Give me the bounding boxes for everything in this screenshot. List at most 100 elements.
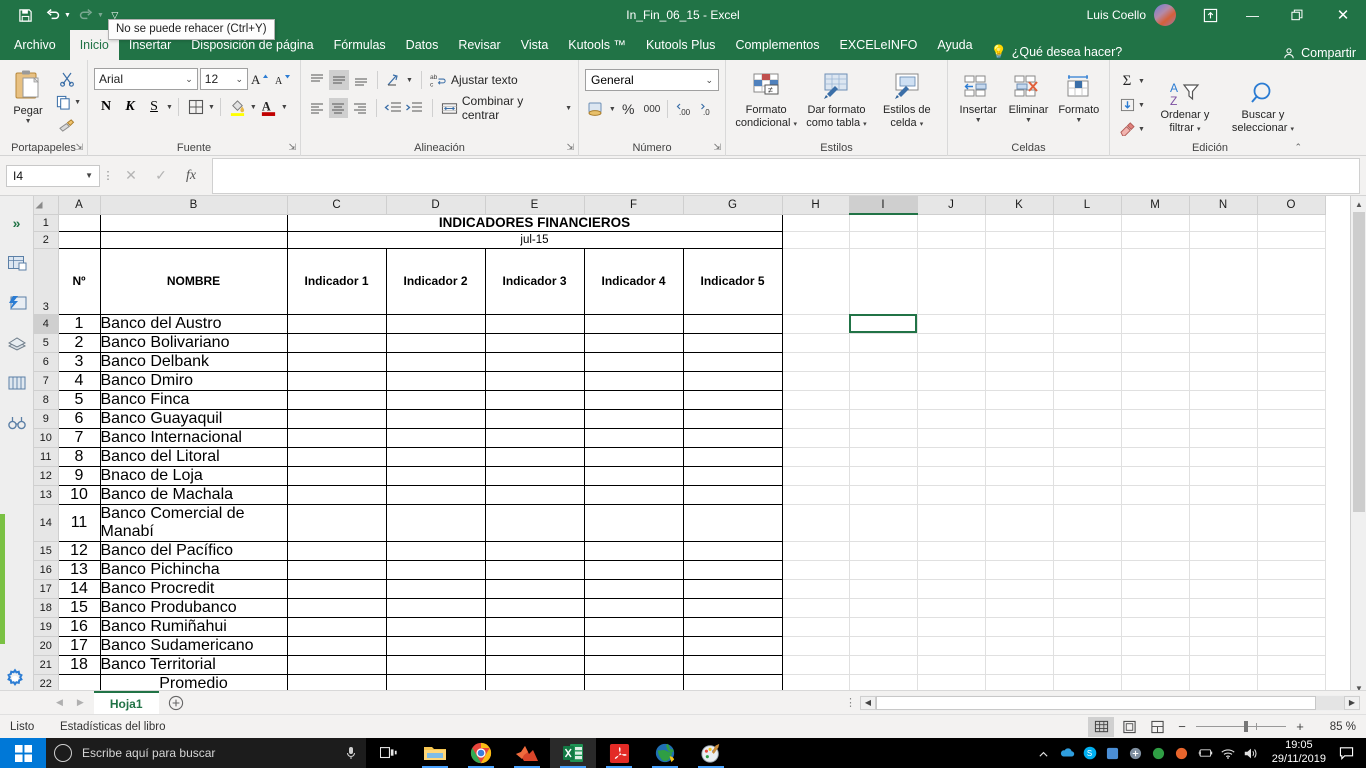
cell-M1[interactable] xyxy=(1120,213,1190,232)
cell-F10[interactable] xyxy=(583,427,684,448)
format-painter-button[interactable] xyxy=(52,114,81,136)
accounting-dropdown-icon[interactable]: ▼ xyxy=(609,106,616,113)
close-button[interactable]: ✕ xyxy=(1320,0,1366,30)
cell-E8[interactable] xyxy=(484,389,585,410)
font-size-select[interactable]: 12 ⌄ xyxy=(199,68,249,90)
borders-button[interactable] xyxy=(184,96,208,118)
cell-O4[interactable] xyxy=(1256,313,1326,334)
cell-I19[interactable] xyxy=(848,616,918,637)
row-header-19[interactable]: 19 xyxy=(34,617,59,637)
zoom-slider-thumb[interactable] xyxy=(1244,721,1248,732)
cell-D7[interactable] xyxy=(385,370,486,391)
cell-J8[interactable] xyxy=(916,389,986,410)
insert-function-button[interactable]: fx xyxy=(176,164,206,188)
cell-H13[interactable] xyxy=(781,484,850,505)
cell-M7[interactable] xyxy=(1120,370,1190,391)
cell-A18-num[interactable]: 15 xyxy=(57,597,101,618)
cell-N6[interactable] xyxy=(1188,351,1258,372)
cell-D21[interactable] xyxy=(385,654,486,675)
row-header-16[interactable]: 16 xyxy=(34,560,59,580)
cell-N20[interactable] xyxy=(1188,635,1258,656)
col-header-B[interactable]: B xyxy=(100,196,288,215)
cell-C8[interactable] xyxy=(286,389,387,410)
minimize-button[interactable]: — xyxy=(1230,0,1275,30)
cell-N16[interactable] xyxy=(1188,559,1258,580)
cell-A7-num[interactable]: 4 xyxy=(57,370,101,391)
row-header-20[interactable]: 20 xyxy=(34,636,59,656)
cell-G10[interactable] xyxy=(682,427,783,448)
cell-N12[interactable] xyxy=(1188,465,1258,486)
horizontal-scroll-track[interactable] xyxy=(876,695,1344,710)
cell-E7[interactable] xyxy=(484,370,585,391)
tray-expand-icon[interactable] xyxy=(1036,745,1052,761)
cell-E10[interactable] xyxy=(484,427,585,448)
tab-kutools[interactable]: Kutools ™ xyxy=(558,30,636,60)
taskbar-search[interactable]: Escribe aquí para buscar xyxy=(46,738,366,768)
cell-G20[interactable] xyxy=(682,635,783,656)
cell-B4-name[interactable]: Banco del Austro xyxy=(99,313,288,334)
tab-complementos[interactable]: Complementos xyxy=(725,30,829,60)
cell-H8[interactable] xyxy=(781,389,850,410)
cell-A8-num[interactable]: 5 xyxy=(57,389,101,410)
cell-E21[interactable] xyxy=(484,654,585,675)
horizontal-scroll-thumb[interactable] xyxy=(876,695,1316,710)
cell-J19[interactable] xyxy=(916,616,986,637)
cell-J13[interactable] xyxy=(916,484,986,505)
microphone-icon[interactable] xyxy=(346,746,356,760)
cell-D4[interactable] xyxy=(385,313,486,334)
cell-F11[interactable] xyxy=(583,446,684,467)
zoom-in-button[interactable]: + xyxy=(1290,719,1310,734)
cell-N18[interactable] xyxy=(1188,597,1258,618)
cell-F3-header[interactable]: Indicador 4 xyxy=(583,247,684,315)
font-color-button[interactable]: A xyxy=(257,96,281,118)
cell-N8[interactable] xyxy=(1188,389,1258,410)
cell-L9[interactable] xyxy=(1052,408,1122,429)
ribbon-display-options-icon[interactable] xyxy=(1190,0,1230,30)
increase-indent-button[interactable] xyxy=(404,98,424,118)
cell-H17[interactable] xyxy=(781,578,850,599)
delete-cells-button[interactable]: Eliminar ▼ xyxy=(1004,68,1052,124)
orientation-button[interactable] xyxy=(384,70,404,90)
cell-C10[interactable] xyxy=(286,427,387,448)
cell-L5[interactable] xyxy=(1052,332,1122,353)
cell-F9[interactable] xyxy=(583,408,684,429)
paint-icon[interactable] xyxy=(688,738,734,768)
row-header-3[interactable]: 3 xyxy=(34,248,59,315)
cell-L10[interactable] xyxy=(1052,427,1122,448)
cell-D9[interactable] xyxy=(385,408,486,429)
merge-center-button[interactable]: Combinar y centrar ▼ xyxy=(441,94,572,122)
app-tray-icon-4[interactable] xyxy=(1174,745,1190,761)
cell-J16[interactable] xyxy=(916,559,986,580)
cell-K1[interactable] xyxy=(984,213,1054,232)
cell-I8[interactable] xyxy=(848,389,918,410)
decrease-decimal-button[interactable]: .0 xyxy=(696,98,719,120)
cell-N17[interactable] xyxy=(1188,578,1258,599)
cell-L21[interactable] xyxy=(1052,654,1122,675)
cell-O1[interactable] xyxy=(1256,213,1326,232)
cell-I2[interactable] xyxy=(848,230,918,249)
cell-A11-num[interactable]: 8 xyxy=(57,446,101,467)
cell-D16[interactable] xyxy=(385,559,486,580)
format-as-table-button[interactable]: Dar formato como tabla ▾ xyxy=(802,68,870,129)
align-top-button[interactable] xyxy=(307,70,327,90)
cell-I6[interactable] xyxy=(848,351,918,372)
col-header-O[interactable]: O xyxy=(1257,196,1326,215)
cell-F15[interactable] xyxy=(583,540,684,561)
cell-N19[interactable] xyxy=(1188,616,1258,637)
cell-C13[interactable] xyxy=(286,484,387,505)
cell-M18[interactable] xyxy=(1120,597,1190,618)
enter-entry-button[interactable]: ✓ xyxy=(146,164,176,188)
cell-L2[interactable] xyxy=(1052,230,1122,249)
cell-F16[interactable] xyxy=(583,559,684,580)
autosum-button[interactable]: Σ xyxy=(1116,70,1138,92)
cell-O6[interactable] xyxy=(1256,351,1326,372)
cell-F21[interactable] xyxy=(583,654,684,675)
cell-K8[interactable] xyxy=(984,389,1054,410)
taskbar-clock[interactable]: 19:05 29/11/2019 xyxy=(1266,739,1332,767)
cell-M19[interactable] xyxy=(1120,616,1190,637)
add-sheet-button[interactable] xyxy=(159,695,193,711)
cell-D19[interactable] xyxy=(385,616,486,637)
cell-O2[interactable] xyxy=(1256,230,1326,249)
cell-K20[interactable] xyxy=(984,635,1054,656)
row-header-8[interactable]: 8 xyxy=(34,390,59,410)
